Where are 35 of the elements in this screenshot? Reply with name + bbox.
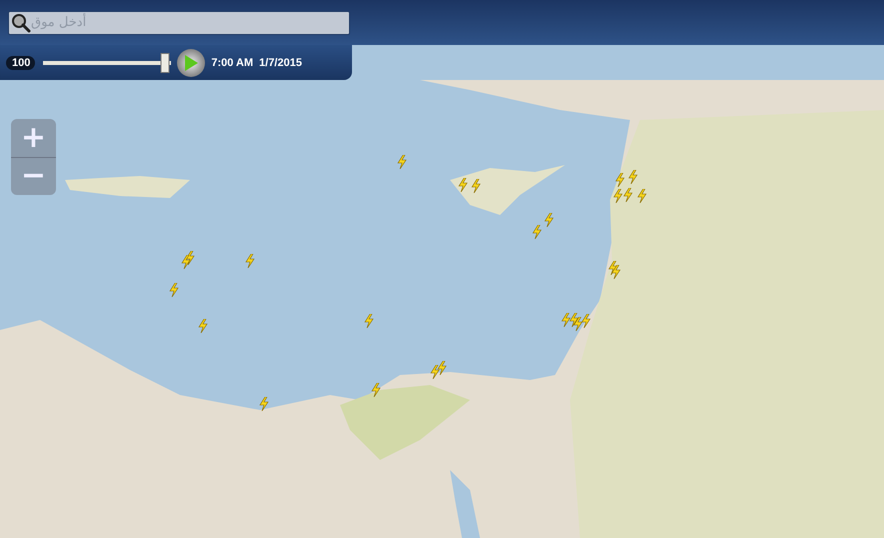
zoom-in-button[interactable]: + (11, 119, 56, 156)
lightning-icon (458, 178, 468, 192)
lightning-icon (561, 313, 571, 327)
lightning-icon (259, 397, 269, 411)
search-icon (11, 12, 31, 32)
lightning-icon (181, 255, 191, 269)
speed-label: 100 (6, 56, 36, 70)
lightning-icon (198, 319, 208, 333)
lightning-icon (245, 254, 255, 268)
lightning-icon (430, 365, 440, 379)
lightning-icon (532, 225, 542, 239)
lightning-icon (581, 314, 591, 328)
lightning-icon (185, 251, 195, 265)
map[interactable]: + − 100 7:00 AM 1/7/2015 (0, 45, 884, 538)
lightning-icon (573, 317, 583, 331)
time-label: 7:00 AM (211, 56, 254, 68)
lightning-icon (471, 179, 481, 193)
date-label: 1/7/2015 (259, 56, 302, 68)
lightning-icon (544, 213, 554, 227)
lightning-icon (615, 173, 625, 187)
lightning-icon (637, 189, 647, 203)
lightning-icon (371, 383, 381, 397)
lightning-icon (569, 313, 579, 327)
lightning-icon (613, 189, 623, 203)
play-button[interactable] (177, 48, 206, 76)
lightning-icon (364, 314, 374, 328)
play-icon (183, 54, 200, 72)
lightning-icon (628, 170, 638, 184)
slider-thumb[interactable] (160, 52, 170, 72)
lightning-icon (611, 265, 621, 279)
zoom-out-button[interactable]: − (11, 156, 56, 195)
lightning-icon (169, 283, 179, 297)
lightning-icon (397, 155, 407, 169)
lightning-icon (623, 188, 633, 202)
lightning-icon (437, 361, 447, 375)
